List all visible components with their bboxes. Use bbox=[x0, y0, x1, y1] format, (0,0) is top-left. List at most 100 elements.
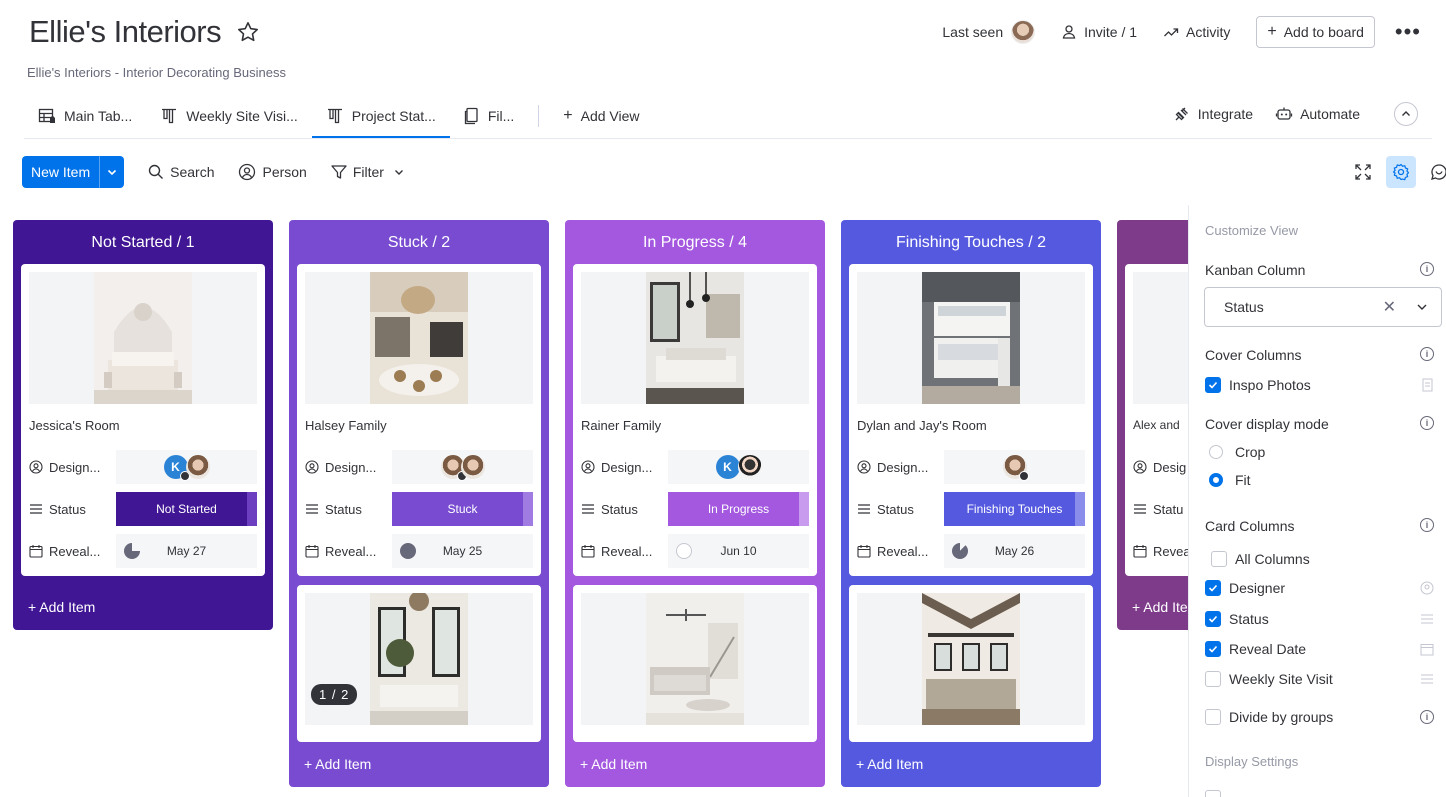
clock-icon bbox=[952, 543, 968, 559]
card-cover-image[interactable] bbox=[581, 593, 809, 725]
add-item-button[interactable]: + Add Item bbox=[580, 756, 647, 772]
info-icon[interactable]: i bbox=[1420, 710, 1434, 724]
status-icon bbox=[1421, 674, 1433, 684]
add-view-button[interactable]: + Add View bbox=[549, 95, 653, 137]
board-title[interactable]: Ellie's Interiors bbox=[29, 14, 222, 50]
kanban-card[interactable]: Rainer Family Design... K Status In Prog… bbox=[573, 264, 817, 576]
status-label: Status bbox=[49, 501, 86, 517]
column-title[interactable]: In Progress / 4 bbox=[565, 220, 825, 266]
tab-project-status[interactable]: Project Stat... bbox=[311, 95, 450, 138]
column-title[interactable] bbox=[1117, 220, 1188, 266]
reveal-date-checkbox[interactable] bbox=[1205, 641, 1221, 657]
more-options-icon[interactable]: ••• bbox=[1395, 21, 1421, 43]
date-text: May 25 bbox=[442, 544, 483, 558]
fullscreen-icon[interactable] bbox=[1348, 156, 1378, 188]
kanban-icon bbox=[327, 108, 342, 124]
add-item-button[interactable]: + Add Ite bbox=[1132, 599, 1188, 615]
add-item-button[interactable]: + Add Item bbox=[856, 756, 923, 772]
info-icon[interactable]: i bbox=[1420, 347, 1434, 361]
card-cover-image[interactable]: 1 / 2 bbox=[305, 593, 533, 725]
person-filter-button[interactable]: Person bbox=[238, 163, 307, 181]
cover-mode-label: Cover display mode bbox=[1205, 416, 1329, 432]
status-badge[interactable]: In Progress bbox=[668, 492, 809, 526]
chevron-down-icon[interactable] bbox=[99, 156, 124, 188]
info-icon[interactable]: i bbox=[1420, 262, 1434, 276]
all-columns-checkbox[interactable] bbox=[1211, 551, 1227, 567]
chat-icon[interactable] bbox=[1424, 156, 1446, 188]
card-cover-image[interactable] bbox=[29, 272, 257, 404]
fit-radio[interactable] bbox=[1209, 473, 1223, 487]
status-checkbox[interactable] bbox=[1205, 611, 1221, 627]
collapse-header-button[interactable] bbox=[1394, 102, 1418, 126]
add-item-button[interactable]: + Add Item bbox=[28, 599, 95, 615]
calendar-icon bbox=[1133, 545, 1147, 558]
info-icon[interactable]: i bbox=[1420, 416, 1434, 430]
chevron-down-icon[interactable] bbox=[1415, 300, 1429, 314]
last-seen[interactable]: Last seen bbox=[942, 20, 1036, 44]
activity-button[interactable]: Activity bbox=[1163, 24, 1230, 40]
column-title[interactable]: Stuck / 2 bbox=[289, 220, 549, 266]
info-icon[interactable]: i bbox=[1420, 518, 1434, 532]
date-value[interactable]: Jun 10 bbox=[668, 534, 809, 568]
inspo-photos-checkbox[interactable] bbox=[1205, 377, 1221, 393]
card-title[interactable]: Halsey Family bbox=[305, 418, 387, 433]
designer-checkbox[interactable] bbox=[1205, 580, 1221, 596]
add-to-board-button[interactable]: + Add to board bbox=[1256, 16, 1375, 48]
card-title[interactable]: Alex and bbox=[1133, 418, 1180, 432]
star-icon[interactable] bbox=[236, 20, 260, 44]
board-description[interactable]: Ellie's Interiors - Interior Decorating … bbox=[27, 65, 286, 80]
kanban-card[interactable]: Jessica's Room Design... K Status Not St… bbox=[21, 264, 265, 576]
designer-value[interactable]: K bbox=[116, 450, 257, 484]
card-cover-image[interactable] bbox=[581, 272, 809, 404]
crop-radio[interactable] bbox=[1209, 445, 1223, 459]
add-item-button[interactable]: + Add Item bbox=[304, 756, 371, 772]
new-item-button[interactable]: New Item bbox=[22, 156, 125, 188]
person-circle-icon bbox=[1133, 460, 1147, 474]
status-badge[interactable]: Stuck bbox=[392, 492, 533, 526]
date-value[interactable]: May 25 bbox=[392, 534, 533, 568]
card-cover-image[interactable] bbox=[857, 593, 1085, 725]
last-seen-label: Last seen bbox=[942, 24, 1004, 40]
row-key: Status bbox=[857, 502, 944, 517]
kanban-card[interactable]: Halsey Family Design... Status Stuck Rev… bbox=[297, 264, 541, 576]
invite-button[interactable]: Invite / 1 bbox=[1061, 24, 1137, 40]
cover-pager[interactable]: 1 / 2 bbox=[311, 684, 358, 705]
card-title[interactable]: Dylan and Jay's Room bbox=[857, 418, 987, 433]
tab-files[interactable]: Fil... bbox=[450, 95, 528, 137]
kanban-card[interactable]: 1 / 2 bbox=[297, 585, 541, 742]
status-badge[interactable]: Not Started bbox=[116, 492, 257, 526]
divide-by-groups-checkbox[interactable] bbox=[1205, 709, 1221, 725]
status-badge[interactable]: Finishing Touches bbox=[944, 492, 1085, 526]
designer-value[interactable]: K bbox=[668, 450, 809, 484]
kanban-card[interactable] bbox=[573, 585, 817, 742]
tab-weekly-site-visits[interactable]: Weekly Site Visi... bbox=[146, 95, 312, 137]
tab-main-table[interactable]: Main Tab... bbox=[24, 95, 146, 137]
card-title[interactable]: Rainer Family bbox=[581, 418, 661, 433]
designer-value[interactable] bbox=[392, 450, 533, 484]
clear-icon[interactable]: ✕ bbox=[1383, 297, 1396, 317]
status-strip bbox=[799, 492, 809, 526]
kanban-card[interactable] bbox=[849, 585, 1093, 742]
designer-value[interactable] bbox=[944, 450, 1085, 484]
split-view-checkbox[interactable] bbox=[1205, 790, 1221, 797]
weekly-site-visit-checkbox[interactable] bbox=[1205, 671, 1221, 687]
card-title[interactable]: Jessica's Room bbox=[29, 418, 120, 433]
card-cover-image[interactable] bbox=[1133, 272, 1188, 404]
integrate-button[interactable]: Integrate bbox=[1173, 105, 1253, 123]
filter-button[interactable]: Filter bbox=[331, 164, 410, 180]
radio-label: Crop bbox=[1235, 444, 1266, 460]
kanban-card[interactable]: Dylan and Jay's Room Design... Status Fi… bbox=[849, 264, 1093, 576]
kanban-column-select[interactable]: Status ✕ bbox=[1204, 287, 1442, 327]
column-title[interactable]: Finishing Touches / 2 bbox=[841, 220, 1101, 266]
chevron-down-icon[interactable] bbox=[394, 167, 404, 177]
date-value[interactable]: May 26 bbox=[944, 534, 1085, 568]
settings-gear-icon[interactable] bbox=[1386, 156, 1416, 188]
kanban-column-value: Status bbox=[1224, 299, 1264, 315]
kanban-card[interactable]: Alex and Desig Statu Revea bbox=[1125, 264, 1188, 576]
date-value[interactable]: May 27 bbox=[116, 534, 257, 568]
card-cover-image[interactable] bbox=[857, 272, 1085, 404]
column-title[interactable]: Not Started / 1 bbox=[13, 220, 273, 266]
search-button[interactable]: Search bbox=[148, 164, 214, 180]
automate-button[interactable]: Automate bbox=[1275, 105, 1360, 123]
card-cover-image[interactable] bbox=[305, 272, 533, 404]
